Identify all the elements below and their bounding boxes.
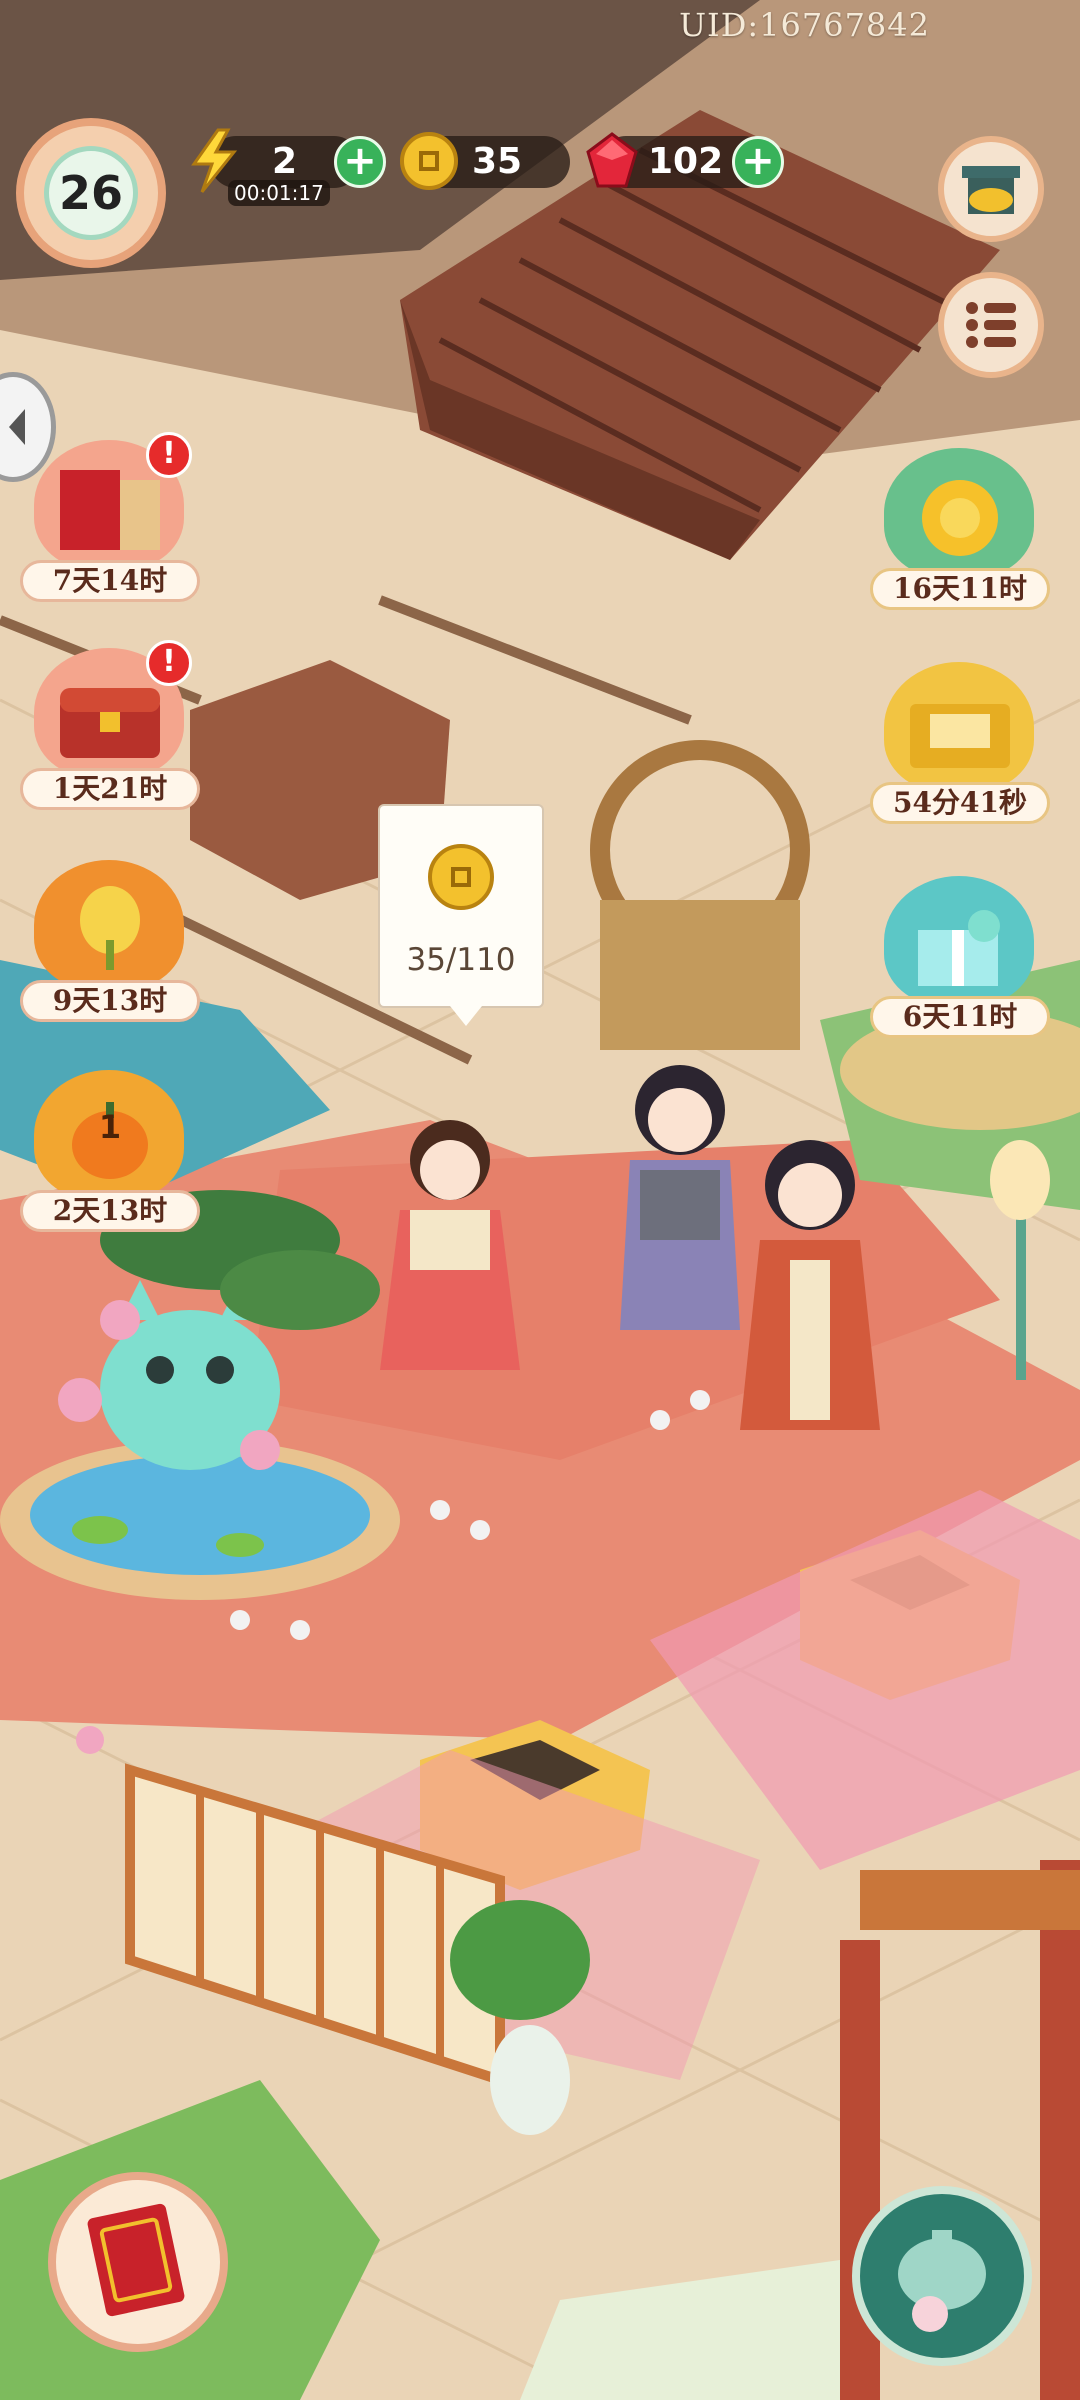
- energy-timer: 00:01:17: [228, 180, 330, 206]
- wheat-harvest-event[interactable]: 9天13时: [20, 860, 200, 1030]
- ruby-icon: [586, 132, 638, 188]
- gift-box-icon: [918, 910, 1000, 986]
- teapot-icon: [898, 2230, 986, 2332]
- red-book-icon: [60, 470, 160, 550]
- swordsman-character: [620, 1065, 740, 1330]
- event-timer: 6天11时: [870, 996, 1050, 1038]
- player-uid: UID:16767842: [679, 6, 930, 44]
- event-timer: 2天13时: [20, 1190, 200, 1232]
- alert-badge: !: [146, 432, 192, 478]
- journal-book-button[interactable]: [48, 2172, 228, 2352]
- treasure-chest-event[interactable]: ! 1天21时: [20, 640, 200, 818]
- player-avatar-level[interactable]: 26: [16, 118, 166, 268]
- event-timer: 16天11时: [870, 568, 1050, 610]
- golden-box-icon: [910, 704, 1010, 768]
- teapot-button[interactable]: [852, 2186, 1032, 2366]
- chest-icon: [60, 688, 160, 758]
- menu-button[interactable]: [938, 272, 1044, 378]
- scroll-gift-event[interactable]: ! 7天14时: [20, 432, 200, 610]
- level-circle: 26: [44, 146, 138, 240]
- alert-badge: !: [146, 640, 192, 686]
- gift-box-event[interactable]: 6天11时: [870, 876, 1050, 1046]
- gems-value: 102: [648, 141, 724, 182]
- event-timer: 7天14时: [20, 560, 200, 602]
- add-energy-button[interactable]: +: [334, 136, 386, 188]
- pumpkin-event[interactable]: 1 2天13时: [20, 1070, 200, 1240]
- player-level: 26: [58, 166, 123, 220]
- shop-pavilion-icon: [962, 166, 1020, 214]
- coin-icon: [400, 132, 458, 190]
- coin-collect-tooltip[interactable]: 35/110: [378, 804, 544, 1026]
- tooltip-arrow: [450, 1006, 482, 1026]
- event-timer: 9天13时: [20, 980, 200, 1022]
- wheat-sheaf-icon: [80, 886, 140, 970]
- chrysanthemum-event[interactable]: 16天11时: [870, 448, 1050, 618]
- event-timer: 54分41秒: [870, 782, 1050, 824]
- chrysanthemum-icon: [922, 480, 998, 556]
- shop-button[interactable]: [938, 136, 1044, 242]
- add-gems-button[interactable]: +: [732, 136, 784, 188]
- event-timer: 1天21时: [20, 768, 200, 810]
- golden-box-event[interactable]: 54分41秒: [870, 662, 1050, 832]
- coin-icon: [428, 844, 494, 910]
- coins-value: 35: [472, 141, 523, 182]
- red-book-icon: [87, 2203, 185, 2317]
- event-count: 1: [98, 1108, 122, 1146]
- coin-progress: 35/110: [406, 942, 516, 978]
- list-menu-icon: [966, 302, 1016, 348]
